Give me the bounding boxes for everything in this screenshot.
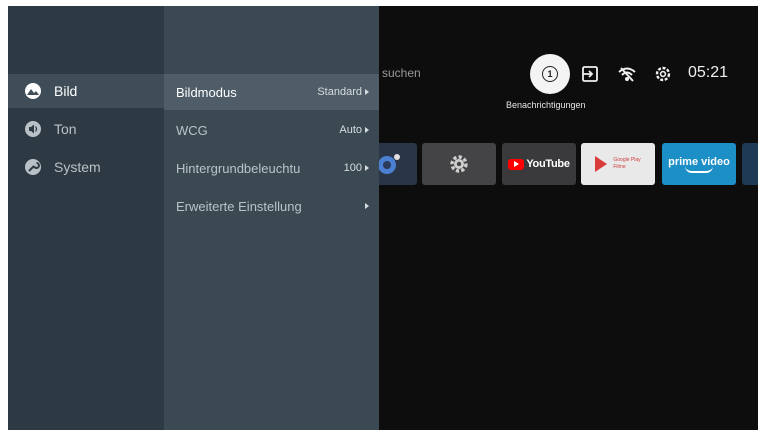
menu-item-value: 100 [343, 162, 362, 174]
menu-item-label: Bildmodus [176, 84, 237, 100]
wrench-icon [25, 159, 41, 175]
input-icon[interactable] [580, 64, 600, 84]
sidebar-item-label: System [54, 159, 101, 175]
gear-icon [450, 155, 468, 173]
chevron-right-icon [365, 203, 369, 209]
settings-gear-icon[interactable] [653, 64, 673, 84]
youtube-app[interactable]: YouTube [502, 143, 576, 185]
gplay-label: Google Play [613, 157, 641, 163]
settings-submenu-panel: Bildmodus Standard WCG Auto Hintergrundb… [164, 6, 379, 430]
google-play-filme-app[interactable]: Google Play Filme [581, 143, 655, 185]
sidebar-item-ton[interactable]: Ton [8, 112, 164, 146]
gplay-sublabel: Filme [613, 164, 626, 170]
clock: 05:21 [688, 64, 729, 81]
speaker-icon [25, 121, 41, 137]
menu-item-label: Hintergrundbeleuchtu [176, 160, 301, 176]
settings-category-panel: Bild Ton System [8, 6, 164, 430]
sidebar-item-bild[interactable]: Bild [8, 74, 164, 108]
chevron-right-icon [365, 127, 369, 133]
game-controller-icon [378, 154, 400, 174]
menu-item-wcg[interactable]: WCG Auto [164, 112, 379, 148]
menu-item-label: Erweiterte Einstellung [176, 198, 302, 214]
google-play-icon [595, 156, 608, 172]
sidebar-item-label: Bild [54, 83, 78, 99]
notifications-button[interactable]: 1 [530, 54, 570, 94]
menu-item-value: Standard [317, 86, 362, 98]
notifications-label: Benachrichtigungen [506, 100, 586, 110]
picture-mountain-icon [25, 83, 41, 99]
chevron-right-icon [365, 165, 369, 171]
menu-item-bildmodus[interactable]: Bildmodus Standard [164, 74, 379, 110]
menu-item-value: Auto [339, 124, 362, 136]
search-hint[interactable]: suchen [382, 66, 421, 80]
youtube-logo-icon [508, 158, 525, 170]
sidebar-item-system[interactable]: System [8, 150, 164, 184]
menu-item-erweiterte-einstellungen[interactable]: Erweiterte Einstellung [164, 188, 379, 224]
youtube-label: YouTube [526, 158, 570, 170]
prime-video-app[interactable]: prime video [662, 143, 736, 185]
prime-smile-icon [685, 166, 713, 173]
menu-item-label: WCG [176, 122, 208, 138]
sidebar-item-label: Ton [54, 121, 77, 137]
tv-screen: suchen 1 Benachrichtigungen 05:21 YouTub… [8, 6, 758, 430]
notification-count-icon: 1 [542, 66, 558, 82]
partial-app-tile[interactable] [742, 143, 758, 185]
wifi-off-icon[interactable] [617, 64, 637, 84]
menu-item-hintergrundbeleuchtung[interactable]: Hintergrundbeleuchtu 100 [164, 150, 379, 186]
settings-app[interactable] [422, 143, 496, 185]
chevron-right-icon [365, 89, 369, 95]
